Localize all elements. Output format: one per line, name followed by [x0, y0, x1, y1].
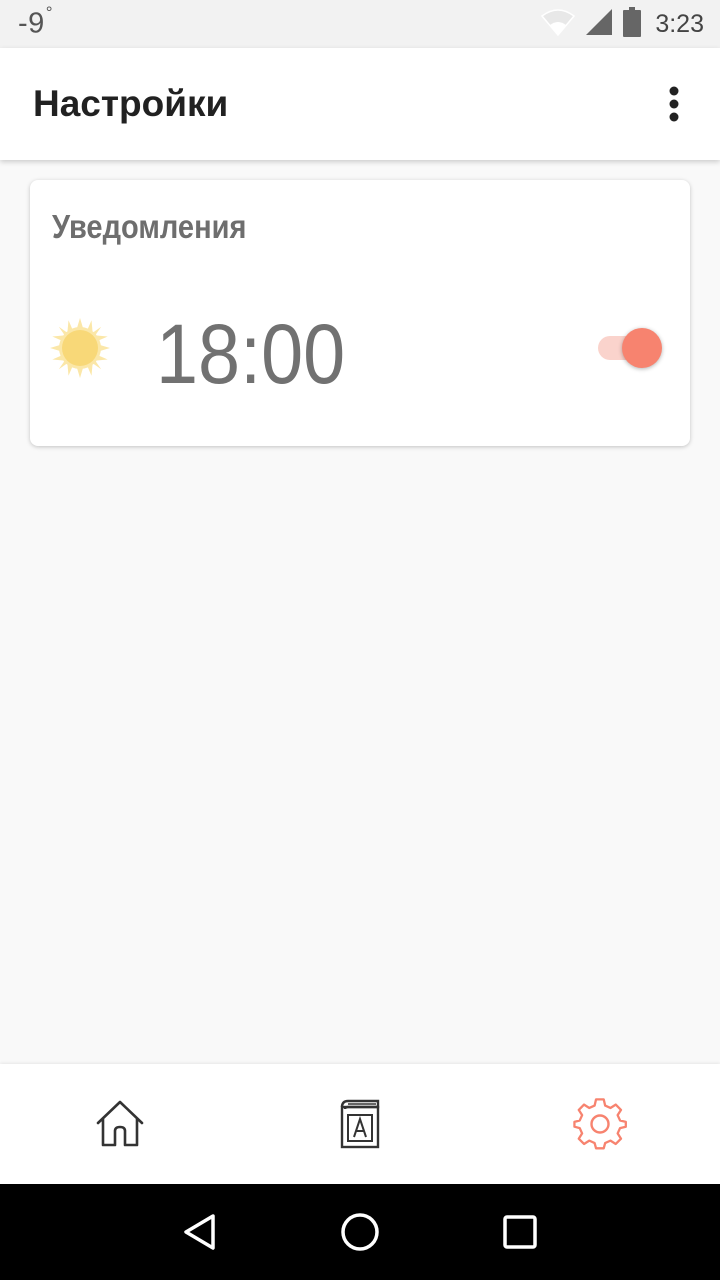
recents-square-icon: [503, 1215, 537, 1249]
system-recents-button[interactable]: [490, 1202, 550, 1262]
dictionary-book-icon: [340, 1099, 380, 1149]
notification-time[interactable]: 18:00: [156, 306, 345, 403]
wifi-icon: [541, 8, 576, 41]
nav-dictionary[interactable]: [240, 1064, 480, 1184]
clock: 3:23: [655, 9, 704, 38]
weather-temperature: -9°: [18, 3, 53, 41]
settings-screen: -9° 3:23 Настройки Уведомления 18:00: [0, 0, 720, 1280]
sun-icon: [50, 318, 110, 378]
degree-symbol: °: [45, 3, 54, 23]
overflow-menu-button[interactable]: [654, 74, 694, 134]
signal-icon: [585, 8, 613, 41]
nav-home[interactable]: [0, 1064, 240, 1184]
home-icon: [96, 1100, 144, 1147]
status-bar: -9° 3:23: [0, 0, 720, 48]
more-vert-icon: [669, 86, 679, 122]
temperature-value: -9: [18, 7, 45, 40]
battery-icon: [623, 6, 642, 42]
card-title: Уведомления: [52, 208, 247, 245]
notifications-toggle[interactable]: [596, 326, 666, 370]
app-bar: Настройки: [0, 48, 720, 160]
bottom-navigation: [0, 1064, 720, 1184]
toggle-thumb: [622, 328, 662, 368]
status-icons: 3:23: [541, 6, 704, 42]
system-home-button[interactable]: [330, 1202, 390, 1262]
back-icon: [184, 1214, 215, 1250]
notifications-card: Уведомления 18:00: [30, 180, 690, 446]
settings-gear-icon: [573, 1098, 627, 1150]
page-title: Настройки: [33, 83, 229, 124]
nav-settings[interactable]: [480, 1064, 720, 1184]
system-navigation-bar: [0, 1184, 720, 1280]
system-back-button[interactable]: [170, 1202, 230, 1262]
home-circle-icon: [341, 1213, 379, 1251]
